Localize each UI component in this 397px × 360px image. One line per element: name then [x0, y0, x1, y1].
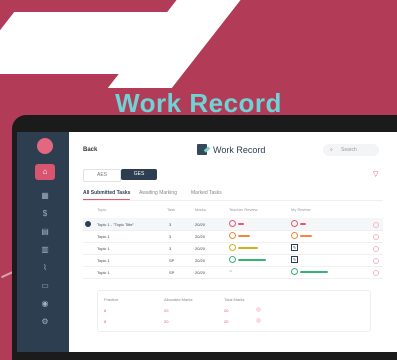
allocated-marks-value: 20	[164, 308, 169, 313]
column-header: Teacher Review	[229, 207, 258, 212]
allocated-marks-value: 20	[164, 319, 169, 324]
summary-header: Total Marks	[224, 297, 245, 302]
marks-cell: 20/20	[195, 270, 206, 275]
home-icon[interactable]: ⌂	[35, 164, 55, 180]
status-dot	[256, 318, 261, 323]
face-icon	[229, 220, 236, 227]
column-header: My Review	[291, 207, 311, 212]
summary-header: Allocated Marks	[164, 297, 193, 302]
grade-tab-ges[interactable]: GES	[121, 169, 157, 180]
document-icon[interactable]: ▭	[39, 280, 51, 292]
marks-cell: 20/20	[195, 246, 206, 251]
topic-cell: Topic 1	[97, 270, 110, 275]
column-header: Topic	[97, 207, 107, 212]
grade-tab-aes[interactable]: AES	[83, 169, 121, 182]
tab-awaiting-marking[interactable]: Awaiting Marking	[139, 190, 177, 196]
practice-value: 8	[104, 308, 107, 313]
task-tabs: All Submitted Tasks Awaiting Marking Mar…	[83, 190, 383, 201]
selected-indicator	[85, 221, 91, 227]
column-header: Task	[167, 207, 176, 212]
row-action-dot[interactable]	[373, 258, 379, 264]
edit-note-icon[interactable]: ✎	[291, 244, 298, 251]
review-bar	[238, 247, 258, 249]
notebook-icon	[197, 144, 207, 155]
book-icon[interactable]: ▥	[39, 244, 51, 256]
task-cell: SP	[169, 270, 175, 275]
tab-all-submitted[interactable]: All Submitted Tasks	[83, 190, 131, 200]
status-dot	[256, 307, 261, 312]
face-icon	[291, 220, 298, 227]
row-action-dot[interactable]	[373, 234, 379, 240]
main-content: Back Work Record ⌕ Search AES GES ▽ All …	[69, 132, 397, 352]
review-bar	[238, 235, 250, 237]
face-icon	[229, 244, 236, 251]
table-row[interactable]: Topic 1 SP 20/20 ~	[83, 266, 383, 279]
row-action-dot[interactable]	[373, 270, 379, 276]
search-input[interactable]: ⌕ Search	[323, 144, 379, 156]
face-icon	[291, 232, 298, 239]
face-icon	[229, 232, 236, 239]
no-review-icon: ~	[229, 269, 232, 275]
task-cell: 3	[169, 246, 172, 251]
review-bar	[300, 235, 312, 237]
table-header: Topic Task Marks Teacher Review My Revie…	[83, 207, 383, 215]
task-cell: SP	[169, 258, 175, 263]
row-action-dot[interactable]	[373, 222, 379, 228]
search-icon: ⌕	[330, 147, 333, 153]
dollar-icon[interactable]: $	[39, 208, 51, 220]
search-placeholder: Search	[341, 147, 357, 153]
row-action-dot[interactable]	[373, 246, 379, 252]
face-icon	[229, 256, 236, 263]
tab-marked-tasks[interactable]: Marked Tasks	[191, 190, 222, 196]
edit-note-icon[interactable]: ✎	[291, 256, 298, 263]
topic-cell: Topic 1	[97, 234, 110, 239]
total-marks-value: 20	[224, 319, 229, 324]
practice-value: 8	[104, 319, 107, 324]
summary-panel: Practice Allocated Marks Total Marks 8 2…	[97, 290, 371, 332]
filter-icon[interactable]: ▽	[373, 171, 381, 179]
topic-cell: Topic 1 - "Topic Title"	[97, 222, 134, 227]
topic-cell: Topic 1	[97, 258, 110, 263]
avatar[interactable]	[37, 138, 53, 154]
task-cell: 3	[169, 222, 172, 227]
review-bar	[238, 259, 266, 261]
page-title: Work Record	[213, 145, 266, 155]
task-cell: 3	[169, 234, 172, 239]
column-header: Marks	[195, 207, 206, 212]
chart-icon[interactable]: ▤	[39, 226, 51, 238]
topic-cell: Topic 1	[97, 246, 110, 251]
review-bar	[300, 271, 328, 273]
back-button[interactable]: Back	[83, 147, 97, 153]
settings-icon[interactable]: ⚙	[39, 316, 51, 328]
face-icon	[291, 268, 298, 275]
review-bar	[300, 223, 306, 225]
summary-header: Practice	[104, 297, 119, 302]
attachment-icon[interactable]: ⌇	[39, 262, 51, 274]
marks-cell: 20/20	[195, 222, 206, 227]
total-marks-value: 20	[224, 308, 229, 313]
calendar-icon[interactable]: ▦	[39, 190, 51, 202]
sidebar: ⌂ ▦ $ ▤ ▥ ⌇ ▭ ◉ ⚙	[17, 132, 69, 352]
chat-icon[interactable]: ◉	[39, 298, 51, 310]
review-bar	[238, 223, 244, 225]
marks-cell: 20/20	[195, 234, 206, 239]
marks-cell: 20/20	[195, 258, 206, 263]
app-screen: ⌂ ▦ $ ▤ ▥ ⌇ ▭ ◉ ⚙ Back Work Record ⌕ Sea…	[17, 132, 397, 352]
